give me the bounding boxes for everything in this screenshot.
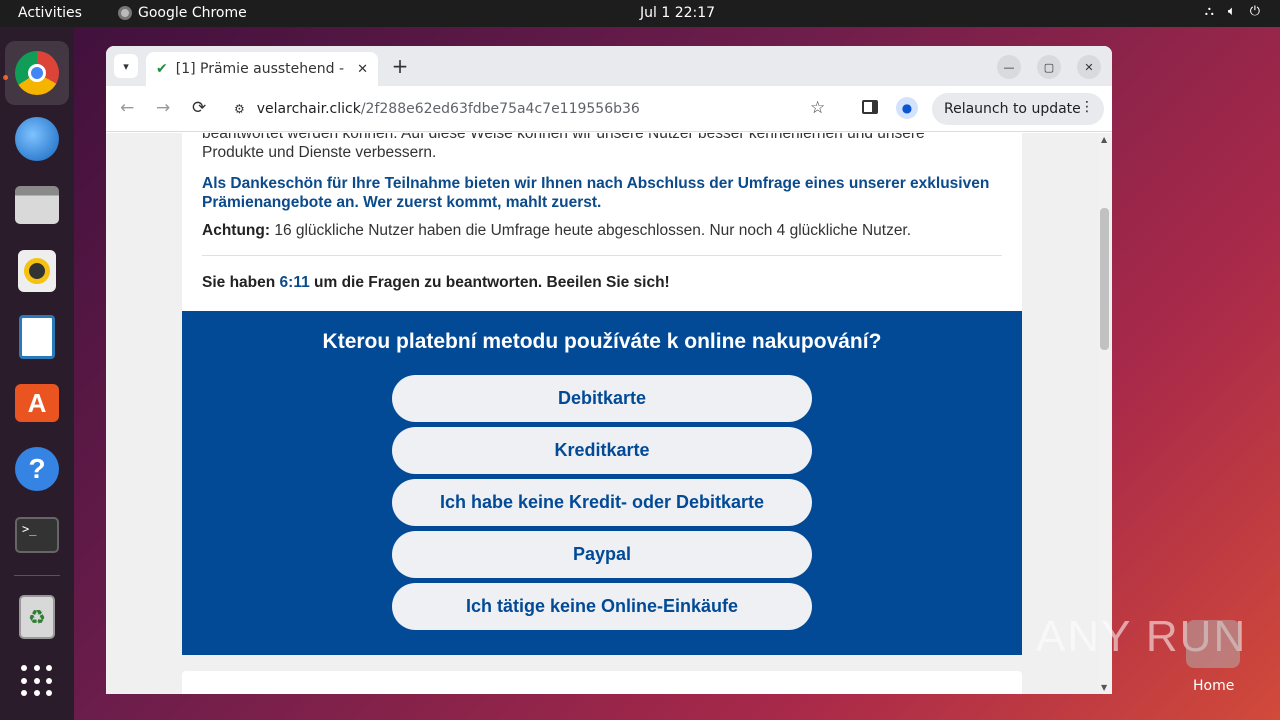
page-content: beantwortet werden können. Auf diese Wei…	[106, 133, 1098, 694]
clock[interactable]: Jul 1 22:17	[640, 5, 715, 21]
maximize-icon: ▢	[1043, 60, 1055, 74]
new-tab-button[interactable]: +	[388, 54, 412, 78]
side-panel-icon[interactable]	[862, 100, 878, 114]
close-icon: ✕	[1084, 60, 1094, 74]
intro-paragraph: beantwortet werden können. Auf diese Wei…	[202, 133, 925, 161]
answer-no-card[interactable]: Ich habe keine Kredit- oder Debitkarte	[392, 479, 812, 526]
reload-button[interactable]: ⟳	[192, 98, 206, 118]
chrome-window: ▾ ✔ [1] Prämie ausstehend - ( ✕ + — ▢ ✕ …	[106, 46, 1112, 694]
app-grid-icon	[21, 665, 53, 697]
tab-search-button[interactable]: ▾	[114, 54, 138, 78]
relaunch-label: Relaunch to update	[944, 101, 1081, 117]
answer-debitkarte[interactable]: Debitkarte	[392, 375, 812, 422]
reward-paragraph: Als Dankeschön für Ihre Teilnahme bieten…	[202, 175, 990, 211]
home-folder-icon[interactable]	[1186, 620, 1240, 668]
dock-rhythmbox[interactable]	[5, 239, 69, 303]
address-bar[interactable]: ⚙ velarchair.click /2f288e62ed63fdbe75a4…	[224, 92, 844, 126]
dock-app-center[interactable]: A	[5, 371, 69, 435]
timer-paragraph: Sie haben 6:11 um die Fragen zu beantwor…	[202, 273, 1002, 292]
warning-text: 16 glückliche Nutzer haben die Umfrage h…	[270, 222, 912, 239]
thunderbird-icon	[15, 117, 59, 161]
chrome-icon	[15, 51, 59, 95]
minimize-icon: —	[1003, 60, 1015, 74]
countdown-timer: 6:11	[279, 274, 310, 291]
answer-kreditkarte[interactable]: Kreditkarte	[392, 427, 812, 474]
profile-icon[interactable]: ●	[896, 97, 918, 119]
app-menu[interactable]: Google Chrome	[118, 5, 247, 21]
page-scrollbar[interactable]: ▲ ▼	[1098, 133, 1112, 694]
dock-trash[interactable]: ♻	[5, 585, 69, 649]
scroll-up-icon[interactable]: ▲	[1101, 135, 1107, 144]
warning-paragraph: Achtung: 16 glückliche Nutzer haben die …	[202, 221, 1002, 240]
timer-prefix: Sie haben	[202, 274, 280, 291]
active-tab[interactable]: ✔ [1] Prämie ausstehend - ( ✕	[146, 52, 378, 86]
browser-toolbar: ← → ⟳ ⚙ velarchair.click /2f288e62ed63fd…	[106, 86, 1112, 132]
dock-files[interactable]	[5, 173, 69, 237]
close-window-button[interactable]: ✕	[1077, 55, 1101, 79]
dock: A ? >_ ♻	[0, 27, 74, 720]
app-center-icon: A	[15, 384, 59, 422]
forward-button[interactable]: →	[156, 98, 170, 118]
home-folder-label: Home	[1193, 678, 1235, 694]
system-top-bar: Activities Google Chrome Jul 1 22:17 ⛬ 🔈…	[0, 0, 1280, 27]
volume-icon: 🔈︎	[1227, 4, 1236, 19]
writer-icon	[19, 315, 55, 359]
more-menu-icon[interactable]: ⋮	[1080, 99, 1094, 115]
help-icon: ?	[15, 447, 59, 491]
activities-button[interactable]: Activities	[18, 5, 82, 21]
dock-help[interactable]: ?	[5, 437, 69, 501]
system-tray[interactable]: ⛬ 🔈︎ ⏻	[1205, 4, 1260, 19]
survey-question-panel: Kterou platební metodu používáte k onlin…	[182, 311, 1022, 655]
maximize-button[interactable]: ▢	[1037, 55, 1061, 79]
warning-label: Achtung:	[202, 222, 271, 239]
trash-icon: ♻	[19, 595, 55, 639]
url-path: /2f288e62ed63fdbe75a4c7e119556b36	[360, 101, 640, 117]
tab-title: [1] Prämie ausstehend - (	[175, 61, 350, 77]
network-icon: ⛬	[1204, 4, 1214, 19]
back-button[interactable]: ←	[120, 98, 134, 118]
power-icon: ⏻	[1249, 4, 1260, 19]
show-apps-button[interactable]	[5, 649, 69, 713]
question-title: Kterou platební metodu používáte k onlin…	[322, 330, 882, 353]
rhythmbox-icon	[18, 250, 56, 292]
bookmark-star-icon[interactable]: ☆	[810, 98, 825, 118]
dock-separator	[14, 575, 60, 576]
check-icon: ✔	[156, 61, 168, 77]
timer-suffix: um die Fragen zu beantworten. Beeilen Si…	[309, 274, 670, 291]
tab-close-icon[interactable]: ✕	[357, 62, 368, 77]
tab-strip: ▾ ✔ [1] Prämie ausstehend - ( ✕ + — ▢ ✕	[106, 46, 1112, 86]
next-card	[182, 671, 1022, 694]
dock-terminal[interactable]: >_	[5, 503, 69, 567]
intro-card: beantwortet werden können. Auf diese Wei…	[182, 133, 1022, 311]
app-name: Google Chrome	[138, 5, 247, 21]
scrollbar-thumb[interactable]	[1100, 208, 1109, 350]
answer-no-online-shopping[interactable]: Ich tätige keine Online-Einkäufe	[392, 583, 812, 630]
terminal-icon: >_	[15, 517, 59, 553]
relaunch-button[interactable]: Relaunch to update ⋮	[932, 93, 1104, 125]
chevron-down-icon: ▾	[123, 59, 129, 73]
divider	[202, 255, 1002, 256]
site-info-icon[interactable]: ⚙	[234, 102, 245, 116]
chrome-icon	[118, 6, 132, 20]
dock-chrome[interactable]	[5, 41, 69, 105]
dock-thunderbird[interactable]	[5, 107, 69, 171]
scroll-down-icon[interactable]: ▼	[1101, 683, 1107, 692]
answer-paypal[interactable]: Paypal	[392, 531, 812, 578]
dock-writer[interactable]	[5, 305, 69, 369]
minimize-button[interactable]: —	[997, 55, 1021, 79]
url-host: velarchair.click	[256, 101, 361, 117]
files-icon	[15, 186, 59, 224]
